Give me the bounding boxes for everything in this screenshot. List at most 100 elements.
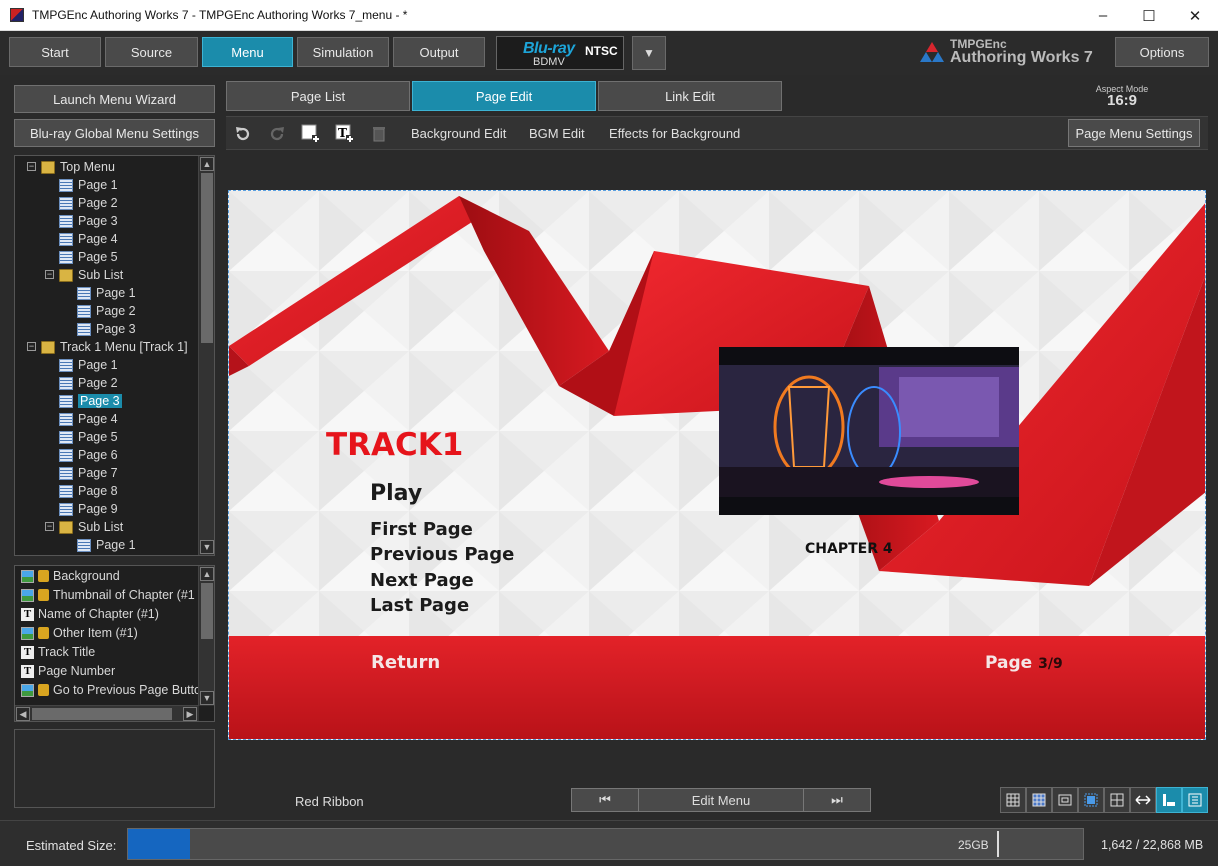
tree-page[interactable]: Page 1 — [59, 176, 118, 194]
property-panel — [14, 729, 215, 808]
background-edit-button[interactable]: Background Edit — [411, 126, 506, 141]
grid-icon[interactable] — [1000, 787, 1026, 813]
step-source-button[interactable]: Source — [105, 37, 198, 67]
safe-area-icon[interactable] — [1078, 787, 1104, 813]
tree-page[interactable]: Page 2 — [77, 302, 136, 320]
layer-list[interactable]: Background Thumbnail of Chapter (#1 T Name … — [14, 565, 215, 722]
bluray-global-menu-settings-button[interactable]: Blu-ray Global Menu Settings — [14, 119, 215, 147]
lock-icon[interactable] — [38, 627, 49, 639]
scroll-up-icon[interactable]: ▲ — [200, 157, 214, 171]
layer-scrollbar[interactable]: ▲ ▼ — [198, 566, 214, 706]
bgm-edit-button[interactable]: BGM Edit — [529, 126, 585, 141]
tree-expander[interactable]: − — [45, 522, 54, 531]
fit-width-icon[interactable] — [1130, 787, 1156, 813]
tree-page[interactable]: Page 5 — [59, 428, 118, 446]
tree-page[interactable]: Page 4 — [59, 230, 118, 248]
options-button[interactable]: Options — [1115, 37, 1209, 67]
tree-page[interactable]: Page 2 — [59, 194, 118, 212]
tree-expander[interactable]: − — [27, 342, 36, 351]
next-page-nav-button[interactable]: ⏭ — [803, 788, 871, 812]
tree-page[interactable]: Page 5 — [59, 248, 118, 266]
delete-icon[interactable] — [368, 123, 390, 145]
layer-item[interactable]: T Track Title — [21, 643, 95, 661]
scroll-thumb[interactable] — [201, 173, 213, 343]
step-simulation-button[interactable]: Simulation — [297, 37, 389, 67]
tree-page[interactable]: Page 7 — [59, 464, 118, 482]
layer-item[interactable]: Go to Previous Page Butto — [21, 681, 201, 699]
menu-tree[interactable]: − Top Menu Page 1 Page 2 Page 3 Page 4 Page 5 −… — [14, 155, 215, 556]
tab-page-edit[interactable]: Page Edit — [412, 81, 596, 111]
tab-page-list[interactable]: Page List — [226, 81, 410, 111]
tree-folder[interactable]: Sub List — [59, 518, 123, 536]
tree-page[interactable]: Page 1 — [77, 536, 136, 554]
scroll-down-icon[interactable]: ▼ — [200, 691, 214, 705]
layer-item[interactable]: T Page Number — [21, 662, 115, 680]
tree-expander[interactable]: − — [27, 162, 36, 171]
tree-page[interactable]: Page 1 — [59, 356, 118, 374]
previous-page-nav-button[interactable]: ⏮ — [571, 788, 639, 812]
tree-item-label: Page 1 — [96, 286, 136, 300]
tree-page[interactable]: Page 8 — [59, 482, 118, 500]
page-number[interactable]: Page 3/9 — [985, 653, 1063, 673]
format-dropdown-button[interactable]: ▼ — [632, 36, 666, 70]
scroll-left-icon[interactable]: ◀ — [16, 707, 30, 721]
lock-icon[interactable] — [38, 589, 49, 601]
step-menu-button[interactable]: Menu — [202, 37, 293, 67]
first-page-button[interactable]: First Page — [370, 519, 473, 540]
layer-view-icon[interactable] — [1156, 787, 1182, 813]
add-image-icon[interactable] — [300, 123, 322, 145]
tree-page[interactable]: Page 9 — [59, 500, 118, 518]
menu-preview-canvas[interactable]: TRACK1 Play First Page Previous Page Nex… — [228, 190, 1206, 740]
add-text-icon[interactable]: T — [334, 123, 356, 145]
redo-icon[interactable] — [266, 123, 288, 145]
step-start-button[interactable]: Start — [9, 37, 101, 67]
track-title[interactable]: TRACK1 — [326, 427, 463, 463]
chapter-thumbnail[interactable] — [719, 347, 1019, 515]
layout-icon[interactable] — [1104, 787, 1130, 813]
last-page-button[interactable]: Last Page — [370, 595, 469, 616]
layer-horizontal-scrollbar[interactable]: ◀ ▶ — [15, 705, 199, 721]
play-button[interactable]: Play — [370, 481, 422, 506]
minimize-button[interactable]: – — [1080, 0, 1126, 31]
thumbnail-view-icon[interactable] — [1182, 787, 1208, 813]
effects-for-background-button[interactable]: Effects for Background — [609, 126, 740, 141]
undo-icon[interactable] — [232, 123, 254, 145]
tab-link-edit[interactable]: Link Edit — [598, 81, 782, 111]
tree-expander[interactable]: − — [45, 270, 54, 279]
close-button[interactable]: ✕ — [1172, 0, 1218, 31]
tree-scrollbar[interactable]: ▲ ▼ — [198, 156, 214, 555]
tree-page[interactable]: Page 3 — [59, 212, 118, 230]
tv-safe-icon[interactable] — [1052, 787, 1078, 813]
layer-item[interactable]: Background — [21, 567, 120, 585]
layer-item[interactable]: T Name of Chapter (#1) — [21, 605, 159, 623]
edit-menu-button[interactable]: Edit Menu — [638, 788, 804, 812]
previous-page-button[interactable]: Previous Page — [370, 544, 514, 565]
tree-page[interactable]: Page 3 — [59, 392, 122, 410]
scroll-thumb[interactable] — [32, 708, 172, 720]
return-button[interactable]: Return — [371, 652, 440, 673]
scroll-down-icon[interactable]: ▼ — [200, 540, 214, 554]
tree-folder[interactable]: Top Menu — [41, 158, 115, 176]
tree-page[interactable]: Page 4 — [59, 410, 118, 428]
launch-menu-wizard-button[interactable]: Launch Menu Wizard — [14, 85, 215, 113]
tree-folder[interactable]: Track 1 Menu [Track 1] — [41, 338, 188, 356]
tree-page[interactable]: Page 1 — [77, 284, 136, 302]
scroll-right-icon[interactable]: ▶ — [183, 707, 197, 721]
page-menu-settings-button[interactable]: Page Menu Settings — [1068, 119, 1200, 147]
scroll-up-icon[interactable]: ▲ — [200, 567, 214, 581]
layer-item[interactable]: Other Item (#1) — [21, 624, 138, 642]
next-page-button[interactable]: Next Page — [370, 570, 474, 591]
grid-fine-icon[interactable] — [1026, 787, 1052, 813]
scroll-thumb[interactable] — [201, 583, 213, 639]
maximize-button[interactable]: ☐ — [1126, 0, 1172, 31]
lock-icon[interactable] — [38, 570, 49, 582]
tree-folder[interactable]: Sub List — [59, 266, 123, 284]
step-output-button[interactable]: Output — [393, 37, 485, 67]
lock-icon[interactable] — [38, 684, 49, 696]
tree-item-label: Page 2 — [78, 376, 118, 390]
tree-page[interactable]: Page 3 — [77, 320, 136, 338]
tree-page[interactable]: Page 6 — [59, 446, 118, 464]
chapter-name[interactable]: CHAPTER 4 — [805, 541, 893, 557]
tree-page[interactable]: Page 2 — [59, 374, 118, 392]
layer-item[interactable]: Thumbnail of Chapter (#1 — [21, 586, 195, 604]
